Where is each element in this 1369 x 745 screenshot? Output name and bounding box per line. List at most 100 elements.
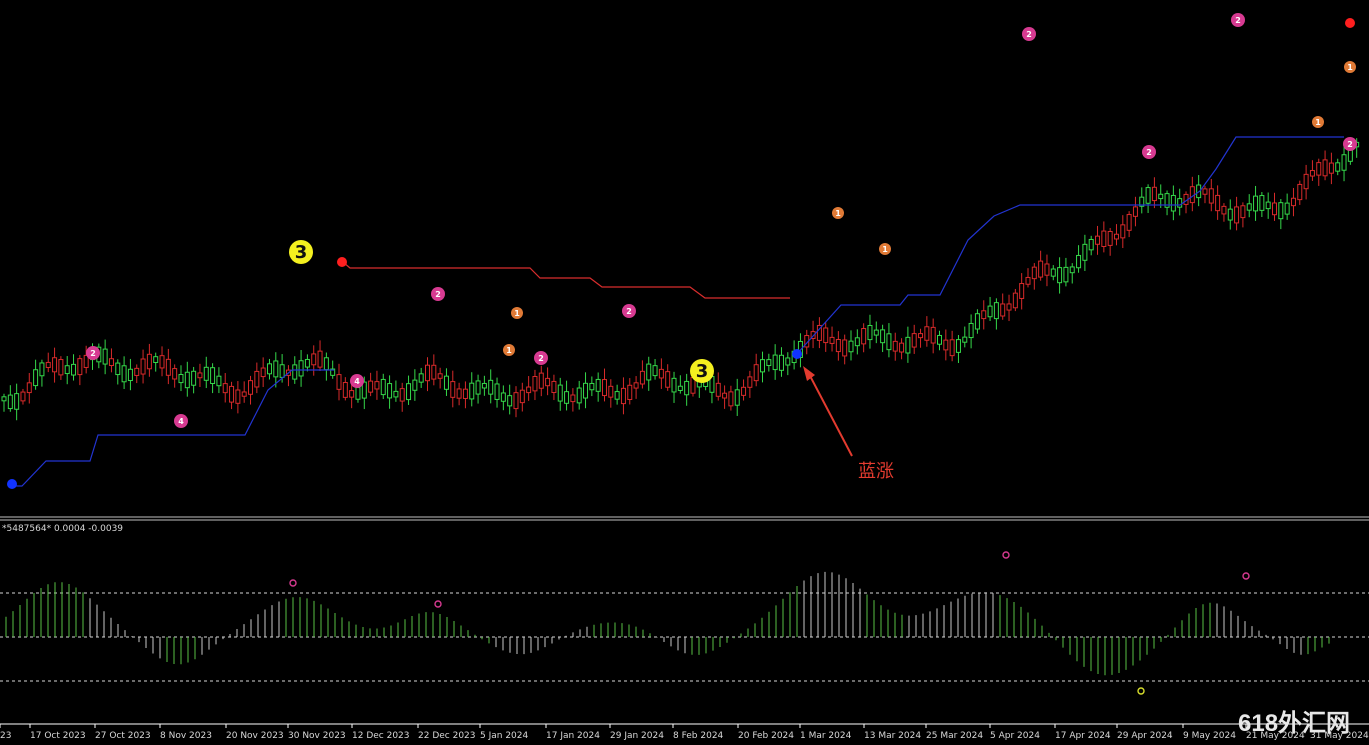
candle-body: [102, 348, 108, 365]
candle-body: [488, 379, 494, 395]
wave-marker-label: 2: [1235, 16, 1241, 25]
candle-body: [481, 382, 487, 389]
candle-body: [380, 378, 386, 396]
candle-body: [1284, 202, 1290, 215]
x-tick-label: 17 Apr 2024: [1055, 731, 1111, 741]
candle-body: [905, 336, 911, 354]
candle-body: [153, 356, 159, 363]
candle-body: [197, 372, 203, 379]
candle-body: [222, 383, 228, 394]
wave-marker-label: 3: [696, 361, 709, 382]
candle-body: [778, 354, 784, 371]
candle-body: [766, 359, 772, 366]
candle-body: [1120, 224, 1126, 239]
candle-body: [867, 325, 873, 341]
candle-body: [462, 388, 468, 399]
candle-body: [772, 354, 778, 371]
signal-dot: [1345, 18, 1355, 28]
x-tick-label: 29 Jan 2024: [610, 731, 664, 741]
candle-body: [595, 378, 601, 392]
x-tick-label: 8 Nov 2023: [160, 731, 212, 741]
candle-body: [848, 340, 854, 353]
candle-body: [861, 328, 867, 345]
candle-body: [1025, 276, 1031, 285]
candle-body: [1278, 202, 1284, 220]
candle-body: [317, 350, 323, 368]
candle-body: [1044, 263, 1050, 276]
candle-body: [526, 386, 532, 394]
candle-body: [469, 382, 475, 400]
candle-body: [273, 360, 279, 378]
candle-body: [639, 370, 645, 385]
candle-body: [1069, 266, 1075, 274]
candle-body: [949, 339, 955, 357]
x-tick-label: 20 Nov 2023: [226, 731, 284, 741]
candle-body: [728, 391, 734, 407]
candle-body: [393, 390, 399, 398]
candle-body: [64, 365, 70, 375]
candle-body: [342, 382, 348, 398]
candle-body: [184, 371, 190, 389]
candle-body: [456, 388, 462, 399]
wave-marker-label: 2: [538, 354, 544, 363]
candle-body: [741, 386, 747, 396]
x-tick-label: 23: [0, 731, 11, 741]
candle-body: [823, 327, 829, 344]
candle-body: [52, 357, 58, 373]
candle-body: [1107, 230, 1113, 246]
candle-body: [7, 394, 13, 410]
candle-body: [1158, 193, 1164, 200]
candle-body: [557, 384, 563, 402]
signal-dot: [7, 479, 17, 489]
candle-body: [203, 366, 209, 381]
candle-body: [1265, 201, 1271, 210]
candle-body: [437, 373, 443, 379]
wave-marker-label: 4: [178, 417, 184, 426]
candle-body: [1322, 159, 1328, 177]
wave-marker-label: 1: [1347, 63, 1353, 72]
candle-body: [374, 381, 380, 390]
candle-body: [266, 363, 272, 375]
candle-body: [121, 365, 127, 383]
candle-body: [1335, 162, 1341, 172]
wave-marker-label: 1: [835, 209, 841, 218]
wave-marker-label: 1: [514, 309, 520, 318]
candle-body: [747, 376, 753, 388]
candle-body: [494, 383, 500, 400]
x-tick-label: 1 Mar 2024: [800, 731, 852, 741]
candle-body: [1038, 260, 1044, 278]
candle-body: [760, 359, 766, 373]
candle-body: [633, 382, 639, 389]
candle-body: [583, 382, 589, 399]
candle-body: [14, 393, 20, 410]
candle-body: [241, 391, 247, 397]
candle-body: [58, 359, 64, 376]
candle-body: [1259, 195, 1265, 211]
x-tick-label: 8 Feb 2024: [673, 731, 724, 741]
candle-body: [1019, 283, 1025, 299]
x-tick-label: 30 Nov 2023: [288, 731, 346, 741]
candle-body: [829, 336, 835, 344]
candle-body: [399, 388, 405, 402]
candle-body: [1132, 206, 1138, 217]
candle-body: [1006, 303, 1012, 311]
candle-body: [1057, 267, 1063, 284]
candle-body: [899, 342, 905, 353]
candle-body: [519, 389, 525, 404]
watermark: 618外汇网: [1238, 709, 1350, 737]
x-tick-label: 13 Mar 2024: [864, 731, 921, 741]
x-tick-label: 5 Apr 2024: [990, 731, 1040, 741]
candle-body: [292, 364, 298, 380]
candle-body: [677, 385, 683, 391]
candle-body: [1215, 194, 1221, 212]
candle-body: [323, 357, 329, 371]
candle-body: [962, 336, 968, 343]
candle-body: [431, 364, 437, 380]
candle-body: [974, 313, 980, 330]
candle-body: [671, 377, 677, 393]
candle-body: [513, 392, 519, 410]
candle-body: [1309, 170, 1315, 177]
candle-body: [1341, 154, 1347, 171]
wave-marker-label: 4: [354, 377, 360, 386]
candle-body: [646, 363, 652, 381]
